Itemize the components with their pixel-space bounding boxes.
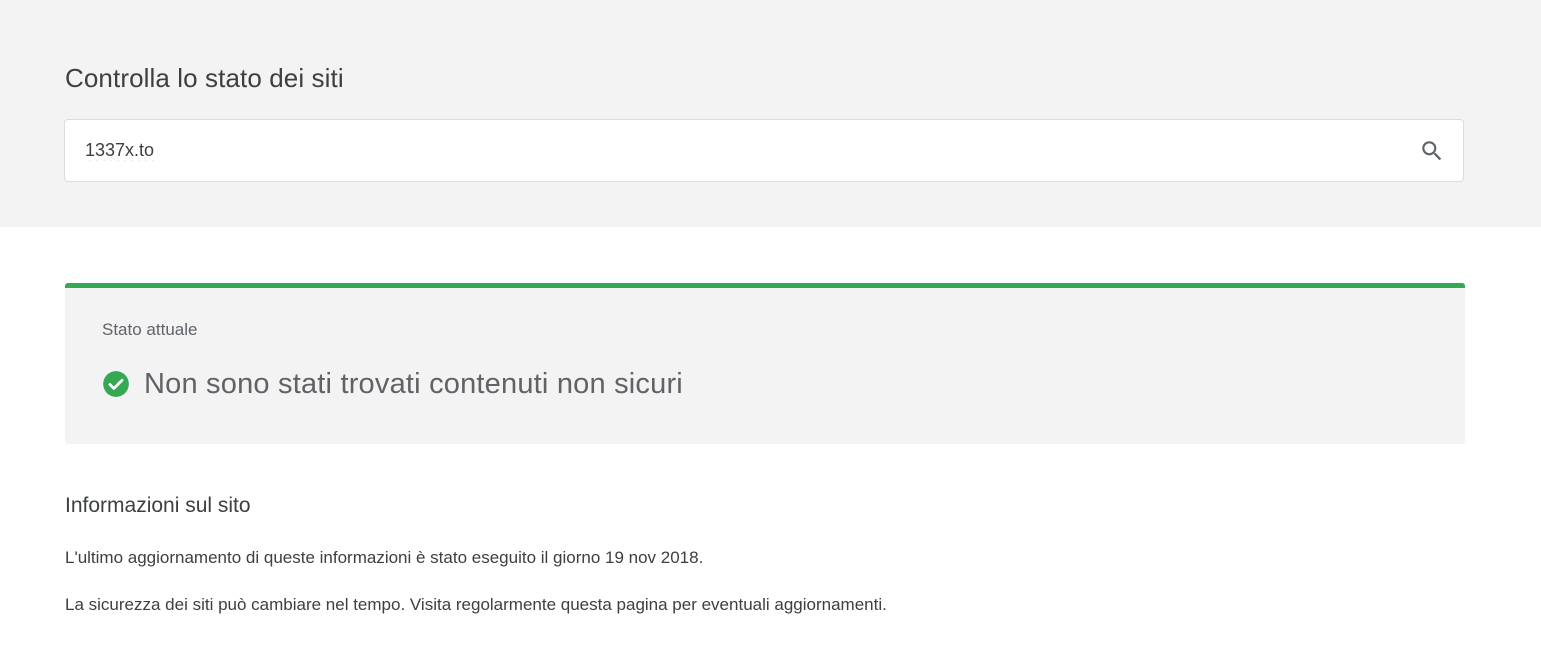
search-input[interactable] (85, 120, 1405, 181)
safety-note-text: La sicurezza dei siti può cambiare nel t… (65, 595, 887, 614)
status-message: Non sono stati trovati contenuti non sic… (144, 368, 683, 400)
check-circle-icon (103, 371, 129, 397)
status-card: Stato attuale Non sono stati trovati con… (65, 283, 1465, 444)
site-info-title: Informazioni sul sito (65, 494, 251, 517)
search-box[interactable] (64, 119, 1464, 182)
search-section: Controlla lo stato dei siti (0, 0, 1541, 227)
search-icon[interactable] (1419, 138, 1445, 164)
status-row: Non sono stati trovati contenuti non sic… (102, 366, 683, 402)
last-updated-text: L'ultimo aggiornamento di queste informa… (65, 548, 704, 567)
status-label: Stato attuale (102, 320, 198, 339)
page-title: Controlla lo stato dei siti (65, 63, 344, 93)
